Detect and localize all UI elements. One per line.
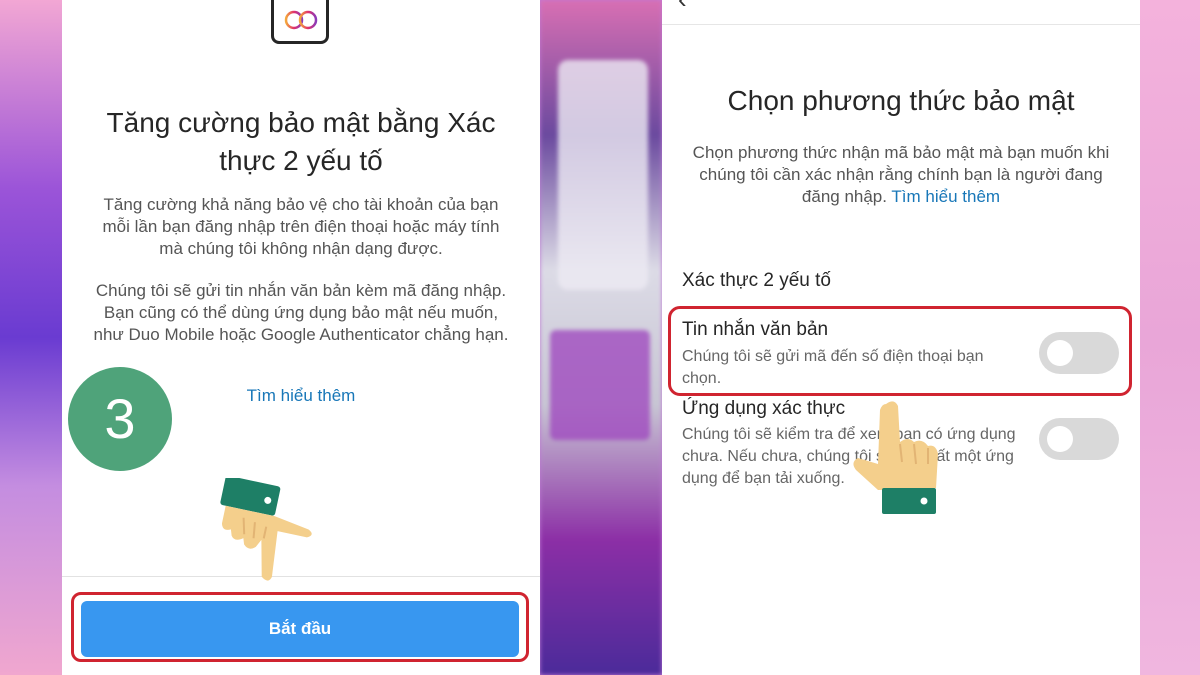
description-paragraph-2: Chúng tôi sẽ gửi tin nhắn văn bản kèm mã… [93, 281, 509, 344]
phone-lock-icon [271, 0, 329, 44]
description: Chọn phương thức nhận mã bảo mật mà bạn … [682, 142, 1120, 208]
pointing-up-hand-icon [853, 401, 938, 514]
start-button[interactable]: Bắt đầu [81, 601, 519, 657]
authenticator-toggle[interactable] [1039, 418, 1119, 460]
option-text-message-description: Chúng tôi sẽ gửi mã đến số điện thoại bạ… [682, 348, 984, 387]
blurred-panel [550, 330, 650, 440]
background-left [0, 0, 62, 675]
two-factor-rings-icon [284, 10, 318, 30]
page-title: Chọn phương thức bảo mật [727, 85, 1075, 116]
toggle-knob [1047, 426, 1073, 452]
right-phone-screen: ‹ Chọn phương thức bảo mật Chọn phương t… [662, 0, 1140, 675]
top-bar: ‹ [662, 0, 1140, 25]
back-arrow-icon[interactable]: ‹ [678, 0, 687, 15]
background-right [1140, 0, 1200, 675]
pointing-hand-icon [220, 478, 312, 581]
background-blurred-phone [540, 0, 662, 675]
section-heading: Xác thực 2 yếu tố [682, 270, 831, 291]
page-title: Tăng cường bảo mật bằng Xác thực 2 yếu t… [106, 107, 496, 176]
option-authenticator-title: Ứng dụng xác thực [682, 398, 846, 419]
toggle-knob [1047, 340, 1073, 366]
text-message-toggle[interactable] [1039, 332, 1119, 374]
blurred-screen [558, 60, 648, 290]
learn-more-link[interactable]: Tìm hiểu thêm [891, 187, 1000, 206]
step-number-badge: 3 [68, 367, 172, 471]
description-paragraph-1: Tăng cường khả năng bảo vệ cho tài khoản… [102, 195, 500, 258]
option-text-message-title: Tin nhắn văn bản [682, 319, 829, 340]
